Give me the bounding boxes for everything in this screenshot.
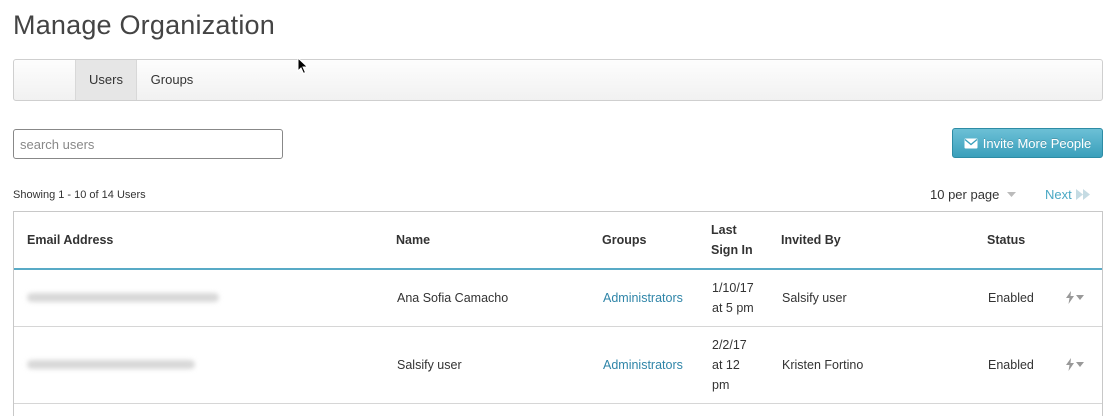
col-status[interactable]: Status: [987, 212, 1065, 270]
table-row: Ana Sofia Camacho Administrators 1/10/17…: [14, 269, 1102, 327]
row-actions-menu[interactable]: [1066, 358, 1102, 371]
mouse-cursor-icon: [297, 57, 309, 75]
last-sign-in-line: 2/2/17: [712, 337, 747, 352]
col-last-sign-in-line2: Sign In: [711, 243, 753, 257]
next-page-link[interactable]: Next: [1045, 187, 1090, 202]
actions-cell: [1065, 326, 1102, 404]
lightning-icon: [1066, 291, 1074, 305]
per-page-select[interactable]: 10 per page: [930, 187, 1017, 202]
col-last-sign-in-line1: Last: [711, 223, 737, 237]
last-sign-in-line: 1/10/17: [712, 280, 754, 295]
search-input[interactable]: [13, 129, 283, 159]
page-title: Manage Organization: [13, 10, 275, 40]
last-sign-in-line: pm: [712, 377, 730, 392]
showing-count: Showing 1 - 10 of 14 Users: [13, 189, 146, 201]
groups-cell: Administrators: [602, 326, 711, 404]
fast-forward-icon: [1075, 189, 1090, 200]
status-cell: Enabled: [987, 269, 1065, 327]
col-last-sign-in[interactable]: Last Sign In: [711, 212, 781, 270]
tab-bar: Users Groups: [13, 59, 1103, 101]
last-sign-in-line: at 5 pm: [712, 300, 754, 315]
groups-cell: Administrators: [602, 269, 711, 327]
col-groups[interactable]: Groups: [602, 212, 711, 270]
tab-groups[interactable]: Groups: [139, 60, 205, 100]
invite-button-label: Invite More People: [982, 135, 1092, 151]
last-sign-in-cell: 1/10/17 at 5 pm: [711, 269, 781, 327]
email-cell-blurred: [14, 326, 396, 404]
col-email-address[interactable]: Email Address: [14, 212, 396, 270]
row-actions-menu[interactable]: [1066, 291, 1102, 305]
envelope-icon: [964, 138, 978, 148]
chevron-down-icon: [1076, 295, 1084, 301]
chevron-down-icon: [1076, 362, 1084, 367]
users-table: Email Address Name Groups Last Sign In I…: [13, 211, 1103, 416]
tab-users[interactable]: Users: [75, 60, 137, 100]
invited-by-cell: Salsify user: [781, 269, 987, 327]
next-label: Next: [1045, 187, 1072, 202]
invite-more-people-button[interactable]: Invite More People: [952, 128, 1103, 158]
group-link[interactable]: Administrators: [603, 291, 683, 305]
last-sign-in-cell: 2/2/17 at 12 pm: [711, 326, 781, 404]
col-invited-by[interactable]: Invited By: [781, 212, 987, 270]
name-cell: Salsify user: [396, 326, 602, 404]
email-cell-blurred: [14, 269, 396, 327]
table-row: Salsify user Administrators 2/2/17 at 12…: [14, 326, 1102, 404]
status-cell: Enabled: [987, 326, 1065, 404]
per-page-label: 10 per page: [930, 187, 1000, 202]
col-name[interactable]: Name: [396, 212, 602, 270]
invited-by-cell: Kristen Fortino: [781, 326, 987, 404]
chevron-down-icon: [1007, 191, 1017, 197]
actions-cell: [1065, 269, 1102, 327]
lightning-icon: [1066, 358, 1074, 371]
col-actions: [1065, 212, 1102, 270]
last-sign-in-line: at 12: [712, 357, 740, 372]
group-link[interactable]: Administrators: [603, 358, 683, 372]
name-cell: Ana Sofia Camacho: [396, 269, 602, 327]
table-header-row: Email Address Name Groups Last Sign In I…: [14, 212, 1102, 270]
